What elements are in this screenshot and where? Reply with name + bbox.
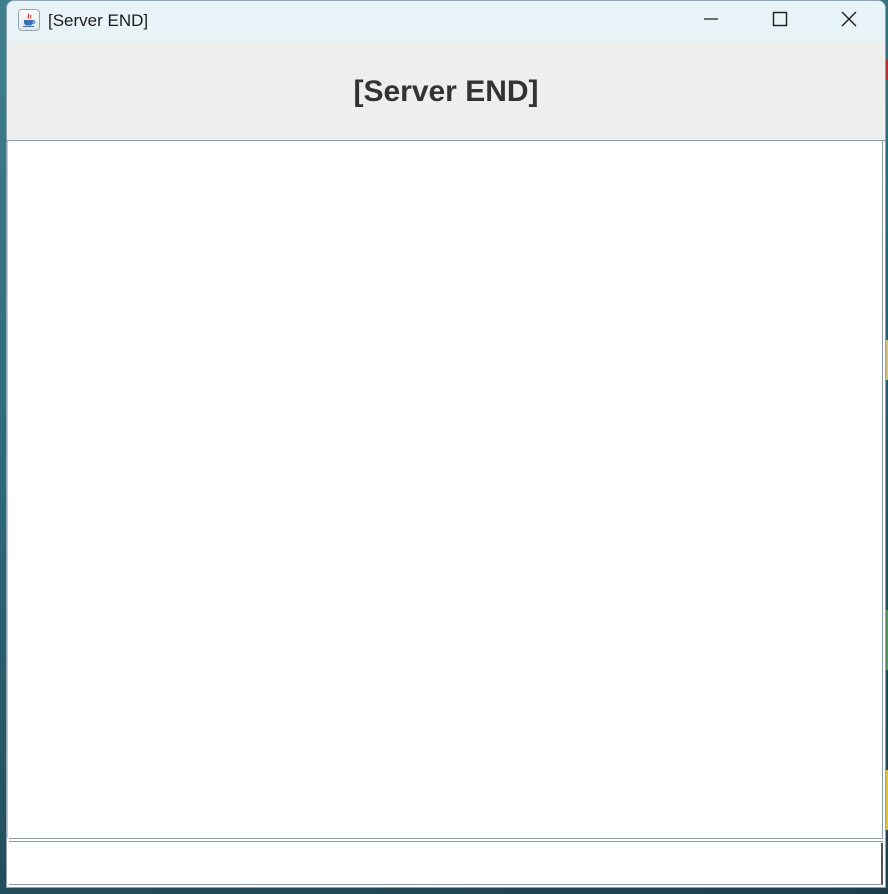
- message-input[interactable]: [9, 843, 883, 885]
- divider: [9, 838, 883, 842]
- java-coffee-cup-icon[interactable]: [18, 9, 40, 31]
- header-panel: [Server END]: [7, 41, 885, 141]
- title-bar[interactable]: [Server END]: [7, 1, 885, 41]
- page-title: [Server END]: [353, 75, 539, 108]
- minimize-button[interactable]: [677, 1, 745, 41]
- minimize-icon: [703, 11, 719, 32]
- maximize-icon: [772, 11, 788, 32]
- close-icon: [841, 11, 857, 32]
- message-log-area[interactable]: [7, 141, 883, 838]
- close-button[interactable]: [815, 1, 883, 41]
- window-title: [Server END]: [48, 11, 149, 30]
- server-window: [Server END] [Server END]: [6, 0, 886, 888]
- maximize-button[interactable]: [746, 1, 814, 41]
